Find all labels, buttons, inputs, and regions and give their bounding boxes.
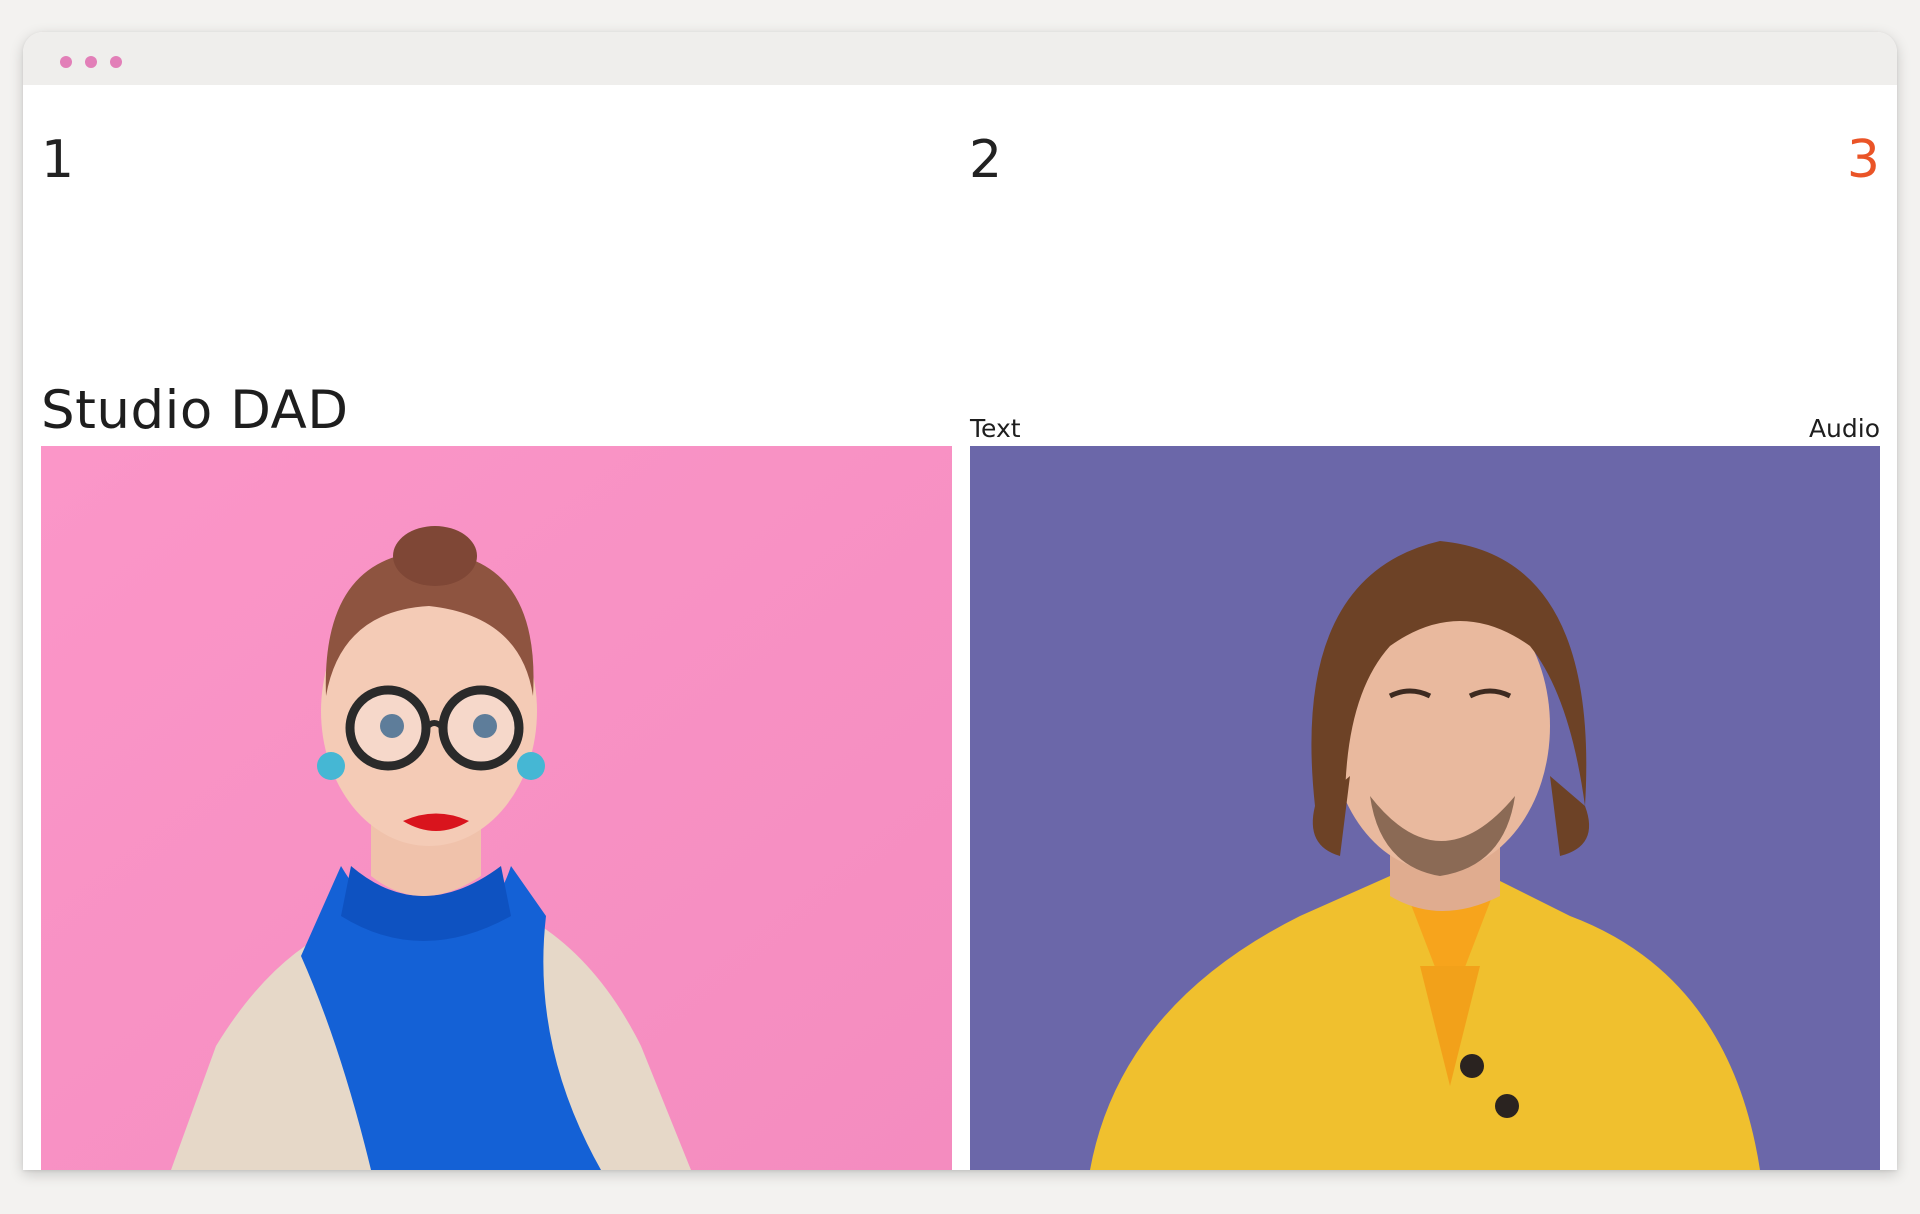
portrait-man-image[interactable] xyxy=(970,446,1880,1170)
column-number-2[interactable]: 2 xyxy=(969,130,1002,190)
nav-link-audio[interactable]: Audio xyxy=(1809,414,1880,444)
column-number-1[interactable]: 1 xyxy=(41,130,74,190)
portrait-woman-image[interactable] xyxy=(41,446,952,1170)
window-minimize-dot[interactable] xyxy=(85,56,97,68)
window-maximize-dot[interactable] xyxy=(110,56,122,68)
column-number-3-active[interactable]: 3 xyxy=(1847,130,1880,190)
window-close-dot[interactable] xyxy=(60,56,72,68)
site-title[interactable]: Studio DAD xyxy=(41,380,349,442)
window-titlebar xyxy=(23,32,1897,85)
nav-link-text[interactable]: Text xyxy=(970,414,1021,444)
browser-window: 1 2 3 Studio DAD Text Audio xyxy=(23,32,1897,1170)
